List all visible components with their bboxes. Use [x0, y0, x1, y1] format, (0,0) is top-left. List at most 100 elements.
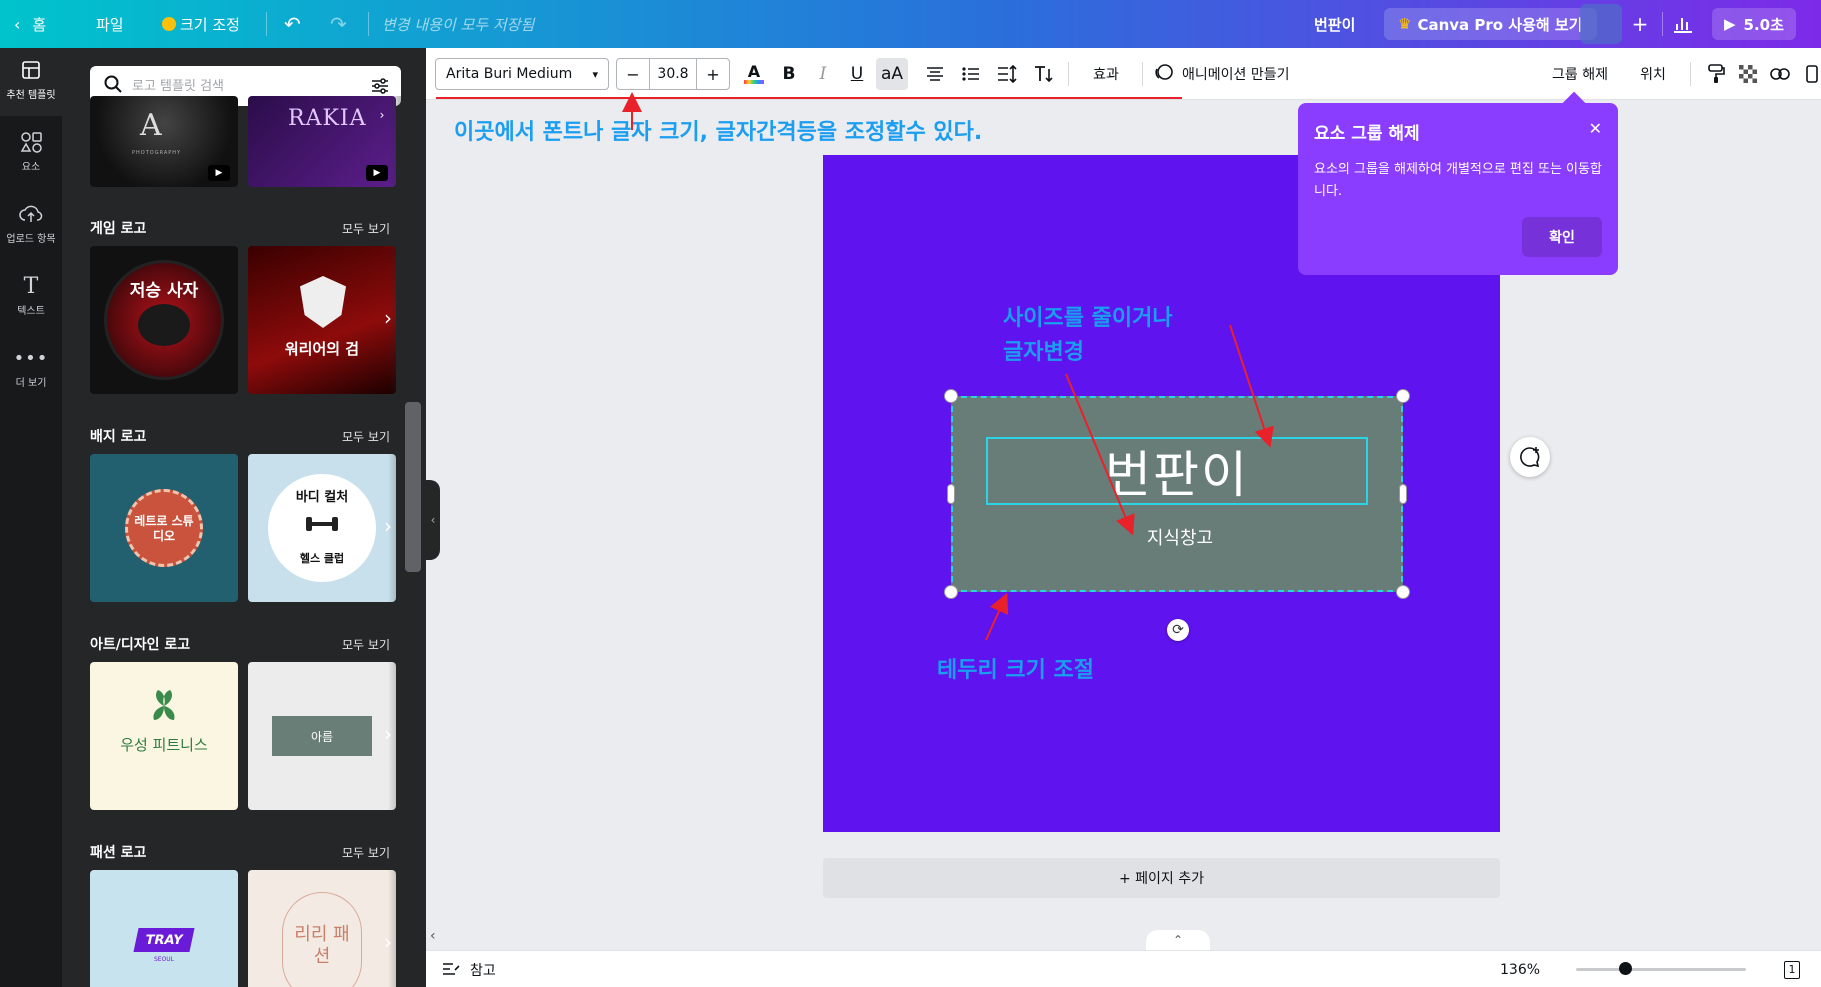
- see-all-link[interactable]: 모두 보기: [342, 428, 390, 445]
- zoom-level[interactable]: 136%: [1500, 951, 1540, 987]
- ungroup-tooltip: 요소 그룹 해제 ✕ 요소의 그룹을 해제하여 개별적으로 편집 또는 이동합니…: [1298, 103, 1618, 275]
- decrease-size-button[interactable]: −: [617, 59, 649, 89]
- elements-icon: [20, 130, 42, 154]
- rotate-handle-icon[interactable]: ⟳: [1167, 619, 1189, 641]
- rail-item-templates[interactable]: 추천 템플릿: [0, 48, 62, 116]
- title-text[interactable]: 번판이: [986, 437, 1368, 505]
- chevron-right-icon[interactable]: ›: [370, 108, 394, 122]
- copy-style-icon[interactable]: [1804, 58, 1820, 90]
- see-all-link[interactable]: 모두 보기: [342, 636, 390, 653]
- chevron-right-icon[interactable]: ›: [376, 306, 400, 330]
- collapse-panel-handle[interactable]: ‹: [426, 480, 440, 560]
- template-thumb[interactable]: 저승 사자: [90, 246, 238, 394]
- rail-item-text[interactable]: T 텍스트: [0, 264, 62, 332]
- canva-pro-button[interactable]: ♛ Canva Pro 사용해 보기: [1384, 8, 1597, 40]
- paint-roller-icon[interactable]: [1702, 58, 1730, 90]
- template-thumb[interactable]: 리리 패션: [248, 870, 396, 987]
- text-icon: T: [23, 273, 39, 299]
- plus-icon[interactable]: +: [1630, 0, 1650, 48]
- bold-icon[interactable]: B: [774, 58, 804, 90]
- chevron-right-icon[interactable]: ›: [376, 930, 400, 954]
- tooltip-title: 요소 그룹 해제: [1314, 124, 1420, 144]
- resize-handle-right[interactable]: [1400, 485, 1406, 503]
- font-size-value[interactable]: 30.8: [649, 59, 697, 89]
- home-button[interactable]: ‹ 홈: [14, 0, 46, 48]
- ungroup-button[interactable]: 그룹 해제: [1540, 58, 1620, 90]
- transparency-icon[interactable]: [1734, 58, 1762, 90]
- resize-button[interactable]: 크기 조정: [162, 0, 240, 48]
- increase-size-button[interactable]: +: [697, 59, 729, 89]
- annotation-size-line1: 사이즈를 줄이거나: [1003, 306, 1173, 331]
- section-header: 게임 로고 모두 보기: [90, 218, 390, 238]
- search-input[interactable]: [132, 78, 365, 94]
- resize-handle-top-right[interactable]: [1397, 390, 1409, 402]
- rail-label: 추천 템플릿: [6, 90, 56, 101]
- add-page-button[interactable]: + 페이지 추가: [823, 858, 1500, 898]
- file-menu[interactable]: 파일: [96, 0, 124, 48]
- logo-text: 우성 피트니스: [120, 736, 208, 754]
- section-header: 배지 로고 모두 보기: [90, 426, 390, 446]
- animate-button[interactable]: 애니메이션 만들기: [1154, 58, 1290, 90]
- divider: [1068, 62, 1069, 86]
- add-comment-icon[interactable]: [1510, 437, 1550, 477]
- template-thumb[interactable]: 아름: [248, 662, 396, 810]
- close-icon[interactable]: ✕: [1589, 119, 1602, 138]
- bullet-list-icon[interactable]: [956, 58, 986, 90]
- confirm-button[interactable]: 확인: [1522, 217, 1602, 257]
- undo-icon[interactable]: ↶: [284, 0, 301, 48]
- avatar[interactable]: [1580, 4, 1622, 44]
- subtitle-text[interactable]: 지식창고: [1080, 524, 1280, 550]
- template-thumb[interactable]: 바디 컬처 헬스 클럽: [248, 454, 396, 602]
- template-thumb[interactable]: 워리어의 검: [248, 246, 396, 394]
- text-orientation-icon[interactable]: [1028, 58, 1058, 90]
- logo-subtext: SEOUL: [153, 956, 175, 963]
- panel-scrollbar[interactable]: [405, 402, 421, 572]
- resize-label: 크기 조정: [180, 15, 240, 34]
- chevron-right-icon[interactable]: ›: [376, 722, 400, 746]
- zoom-slider-handle[interactable]: [1619, 962, 1632, 975]
- template-panel: A PHOTOGRAPHY ▶ RAKIA ▶ › 게임 로고 모두 보기 저승…: [62, 48, 426, 987]
- chevron-left-icon[interactable]: ‹: [430, 928, 436, 944]
- present-button[interactable]: ▶ 5.0초: [1712, 8, 1796, 40]
- rail-label: 더 보기: [15, 378, 47, 389]
- effects-button[interactable]: 효과: [1078, 58, 1134, 90]
- font-dropdown[interactable]: Arita Buri Medium ▾: [435, 58, 609, 90]
- page-indicator[interactable]: 1: [1784, 951, 1800, 987]
- align-center-icon[interactable]: [920, 58, 950, 90]
- notes-button[interactable]: 참고: [442, 951, 496, 987]
- rail-item-uploads[interactable]: 업로드 항목: [0, 192, 62, 260]
- rail-item-elements[interactable]: 요소: [0, 120, 62, 188]
- chevron-right-icon[interactable]: ›: [376, 514, 400, 538]
- text-toolbar: Arita Buri Medium ▾ − 30.8 + A B I U aA …: [426, 48, 1821, 100]
- dumbbell-icon: [302, 514, 342, 534]
- link-icon[interactable]: [1766, 58, 1794, 90]
- see-all-link[interactable]: 모두 보기: [342, 844, 390, 861]
- resize-handle-top-left[interactable]: [945, 390, 957, 402]
- present-duration: 5.0초: [1743, 15, 1784, 34]
- italic-icon[interactable]: I: [808, 58, 838, 90]
- resize-handle-bottom-right[interactable]: [1397, 586, 1409, 598]
- position-button[interactable]: 위치: [1630, 58, 1676, 90]
- chevron-left-icon: ‹: [14, 14, 21, 34]
- zoom-slider[interactable]: [1576, 968, 1746, 971]
- rail-item-more[interactable]: ••• 더 보기: [0, 336, 62, 404]
- redo-icon[interactable]: ↷: [330, 0, 347, 48]
- template-thumb[interactable]: 우성 피트니스: [90, 662, 238, 810]
- left-rail: 추천 템플릿 요소 업로드 항목 T 텍스트 ••• 더 보기: [0, 48, 62, 987]
- insights-icon[interactable]: [1672, 0, 1694, 48]
- template-thumb[interactable]: A PHOTOGRAPHY ▶: [90, 96, 238, 187]
- font-size-stepper[interactable]: − 30.8 +: [616, 58, 730, 90]
- text-color-button[interactable]: A: [740, 58, 768, 90]
- leaf-icon: [150, 688, 178, 724]
- template-thumb[interactable]: TRAY SEOUL: [90, 870, 238, 987]
- see-all-link[interactable]: 모두 보기: [342, 220, 390, 237]
- spacing-icon[interactable]: [992, 58, 1022, 90]
- design-title[interactable]: 번판이: [1314, 0, 1355, 48]
- letter-case-icon[interactable]: aA: [876, 58, 908, 90]
- chevron-up-icon[interactable]: ⌃: [1146, 930, 1210, 950]
- underline-icon[interactable]: U: [842, 58, 872, 90]
- animate-icon: [1154, 62, 1174, 86]
- resize-handle-bottom-left[interactable]: [945, 586, 957, 598]
- template-thumb[interactable]: 레트로 스튜디오: [90, 454, 238, 602]
- resize-handle-left[interactable]: [948, 485, 954, 503]
